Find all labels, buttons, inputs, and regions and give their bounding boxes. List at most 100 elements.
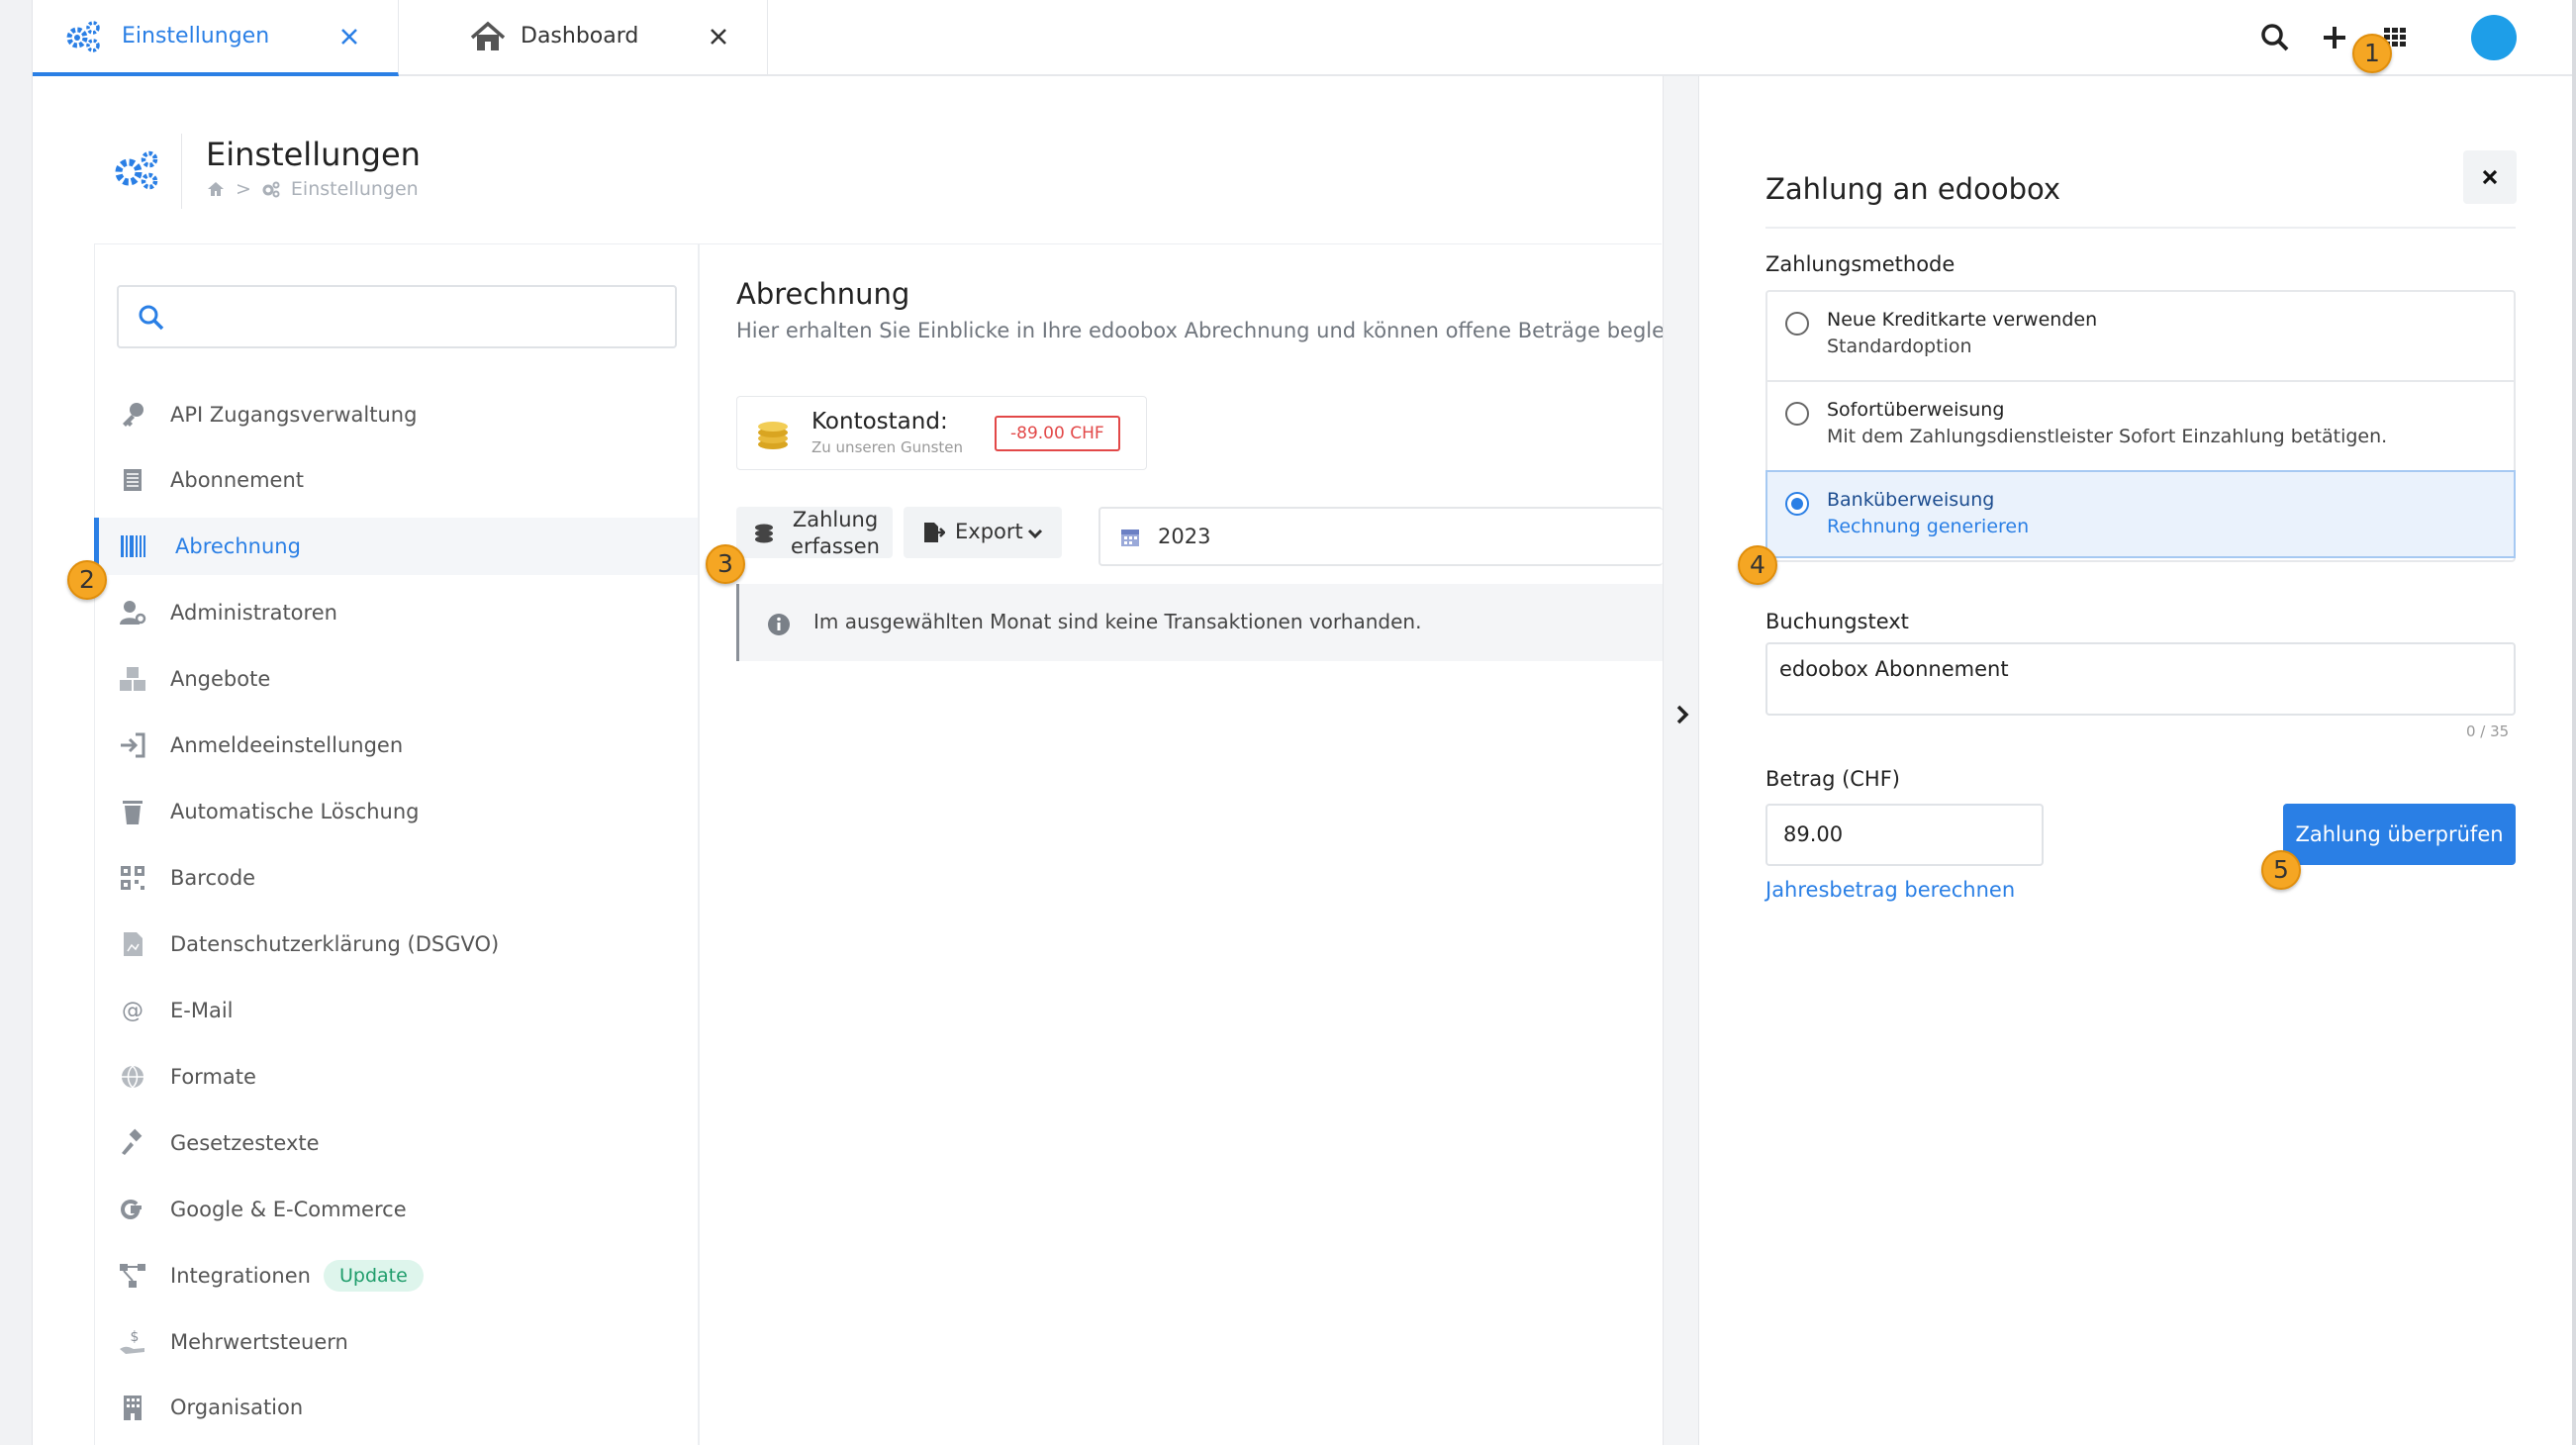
info-text: Im ausgewählten Monat sind keine Transak… bbox=[813, 610, 1422, 633]
sidebar-item-datenschutz[interactable]: Datenschutzerklärung (DSGVO) bbox=[94, 915, 698, 973]
radio-button[interactable] bbox=[1785, 402, 1809, 426]
drawer-toggle[interactable] bbox=[1663, 76, 1699, 1445]
sidebar-item-label: Abrechnung bbox=[175, 534, 301, 558]
page-title: Einstellungen bbox=[206, 136, 421, 173]
sidebar-item-barcode[interactable]: Barcode bbox=[94, 849, 698, 907]
button-label-line: Zahlung bbox=[792, 508, 879, 531]
tab-einstellungen[interactable]: Einstellungen bbox=[33, 0, 399, 76]
breadcrumb-current[interactable]: Einstellungen bbox=[291, 178, 419, 200]
buchungstext-input[interactable]: edoobox Abonnement bbox=[1765, 642, 2516, 716]
breadcrumb: > Einstellungen bbox=[206, 178, 419, 200]
sidebar-item-label: Administratoren bbox=[170, 601, 337, 625]
sidebar-item-anmeldeeinstellungen[interactable]: Anmeldeeinstellungen bbox=[94, 717, 698, 774]
rechnung-generieren-link[interactable]: Rechnung generieren bbox=[1827, 516, 2029, 537]
payment-drawer bbox=[1699, 76, 2572, 1445]
sidebar-item-label: Integrationen bbox=[170, 1264, 311, 1288]
buchungstext-label: Buchungstext bbox=[1765, 610, 1909, 633]
sidebar-item-gesetzestexte[interactable]: Gesetzestexte bbox=[94, 1114, 698, 1172]
sidebar-item-label: Barcode bbox=[170, 866, 256, 890]
jahresbetrag-link[interactable]: Jahresbetrag berechnen bbox=[1765, 878, 2015, 902]
tab-label: Dashboard bbox=[521, 24, 639, 48]
zahlung-erfassen-button[interactable]: Zahlung erfassen bbox=[736, 507, 893, 558]
svg-text:$: $ bbox=[131, 1329, 140, 1345]
globe-icon bbox=[122, 1065, 143, 1090]
breadcrumb-separator: > bbox=[236, 178, 251, 200]
user-cog-icon bbox=[120, 601, 146, 625]
sidebar-item-abrechnung[interactable]: Abrechnung bbox=[94, 518, 698, 575]
close-button[interactable] bbox=[2463, 150, 2517, 204]
sidebar-item-integrationen[interactable]: Integrationen Update bbox=[94, 1247, 698, 1304]
year-value: 2023 bbox=[1158, 525, 1211, 548]
option-title: Neue Kreditkarte verwenden bbox=[1827, 309, 2098, 331]
sidebar-item-label: Abonnement bbox=[170, 468, 305, 492]
balance-label: Kontostand: bbox=[811, 409, 948, 434]
drawer-title: Zahlung an edoobox bbox=[1765, 172, 2060, 206]
close-icon[interactable] bbox=[334, 22, 364, 51]
radio-button[interactable] bbox=[1785, 312, 1809, 336]
plus-icon[interactable] bbox=[2317, 20, 2352, 55]
tab-bar: Einstellungen Dashboard bbox=[33, 0, 2572, 76]
google-icon bbox=[120, 1199, 142, 1220]
network-icon bbox=[120, 1264, 145, 1288]
zahlung-ueberpruefen-button[interactable]: Zahlung überprüfen bbox=[2283, 804, 2516, 865]
sidebar-item-label: Angebote bbox=[170, 667, 271, 691]
window-left-edge bbox=[0, 0, 33, 1445]
payment-option-sofortueberweisung[interactable]: Sofortüberweisung Mit dem Zahlungsdienst… bbox=[1767, 382, 2514, 472]
sidebar-item-label: Google & E-Commerce bbox=[170, 1198, 407, 1221]
option-title: Sofortüberweisung bbox=[1827, 399, 2005, 421]
file-export-icon bbox=[924, 523, 945, 542]
sidebar-item-angebote[interactable]: Angebote bbox=[94, 650, 698, 708]
hand-dollar-icon: $ bbox=[120, 1329, 144, 1354]
sidebar-item-mehrwertsteuern[interactable]: $ Mehrwertsteuern bbox=[94, 1313, 698, 1371]
header-divider bbox=[181, 134, 182, 209]
document-icon bbox=[124, 932, 143, 956]
calendar-icon bbox=[1121, 530, 1139, 546]
tab-label: Einstellungen bbox=[122, 24, 270, 48]
search-icon[interactable] bbox=[2257, 20, 2293, 55]
payment-option-kreditkarte[interactable]: Neue Kreditkarte verwenden Standardoptio… bbox=[1767, 292, 2514, 382]
input-value: edoobox Abonnement bbox=[1779, 657, 2009, 681]
sidebar-item-e-mail[interactable]: @ E-Mail bbox=[94, 982, 698, 1039]
sidebar-item-administratoren[interactable]: Administratoren bbox=[94, 584, 698, 641]
coins-icon bbox=[755, 524, 773, 543]
tab-dashboard[interactable]: Dashboard bbox=[399, 0, 768, 76]
sidebar-item-abonnement[interactable]: Abonnement bbox=[94, 451, 698, 509]
input-value: 89.00 bbox=[1783, 822, 1844, 846]
betrag-input[interactable]: 89.00 bbox=[1765, 804, 2044, 866]
gears-icon bbox=[115, 150, 158, 190]
year-picker[interactable]: 2023 bbox=[1098, 507, 1663, 566]
sidebar-item-api-zugangsverwaltung[interactable]: API Zugangsverwaltung bbox=[94, 386, 698, 443]
option-description: Standardoption bbox=[1827, 336, 1972, 357]
section-title: Abrechnung bbox=[736, 277, 910, 311]
cubes-icon bbox=[120, 667, 145, 691]
close-icon[interactable] bbox=[704, 22, 733, 51]
sidebar-item-label: Formate bbox=[170, 1065, 256, 1089]
search-input[interactable] bbox=[117, 285, 677, 348]
sidebar-item-automatische-loeschung[interactable]: Automatische Löschung bbox=[94, 783, 698, 840]
annotation-marker: 3 bbox=[706, 544, 745, 584]
payment-option-bankueberweisung[interactable]: Banküberweisung Rechnung generieren bbox=[1765, 470, 2516, 558]
building-icon bbox=[124, 1396, 142, 1420]
sidebar-item-organisation[interactable]: Organisation bbox=[94, 1379, 698, 1436]
balance-card: Kontostand: Zu unseren Gunsten -89.00 CH… bbox=[736, 396, 1147, 470]
zahlungsmethode-label: Zahlungsmethode bbox=[1765, 252, 1956, 276]
annotation-marker: 5 bbox=[2261, 850, 2301, 890]
export-dropdown[interactable]: Export bbox=[904, 507, 1062, 558]
button-label: Zahlung erfassen bbox=[788, 507, 883, 560]
radio-button-selected[interactable] bbox=[1785, 492, 1809, 516]
close-icon bbox=[2482, 169, 2498, 185]
annotation-marker: 2 bbox=[67, 560, 107, 600]
settings-sidebar: API Zugangsverwaltung Abonnement Abrechn… bbox=[94, 243, 700, 1445]
home-icon[interactable] bbox=[206, 180, 226, 198]
sidebar-item-formate[interactable]: Formate bbox=[94, 1048, 698, 1106]
avatar[interactable] bbox=[2471, 15, 2517, 60]
coins-icon bbox=[758, 422, 788, 449]
window-right-edge bbox=[2572, 0, 2576, 1445]
balance-sublabel: Zu unseren Gunsten bbox=[811, 438, 964, 456]
at-icon: @ bbox=[122, 999, 143, 1023]
sidebar-item-google-e-commerce[interactable]: Google & E-Commerce bbox=[94, 1181, 698, 1238]
annotation-marker: 1 bbox=[2352, 34, 2392, 73]
search-icon bbox=[139, 305, 164, 331]
sidebar-item-label: Organisation bbox=[170, 1396, 304, 1419]
payment-method-list: Neue Kreditkarte verwenden Standardoptio… bbox=[1765, 290, 2516, 562]
